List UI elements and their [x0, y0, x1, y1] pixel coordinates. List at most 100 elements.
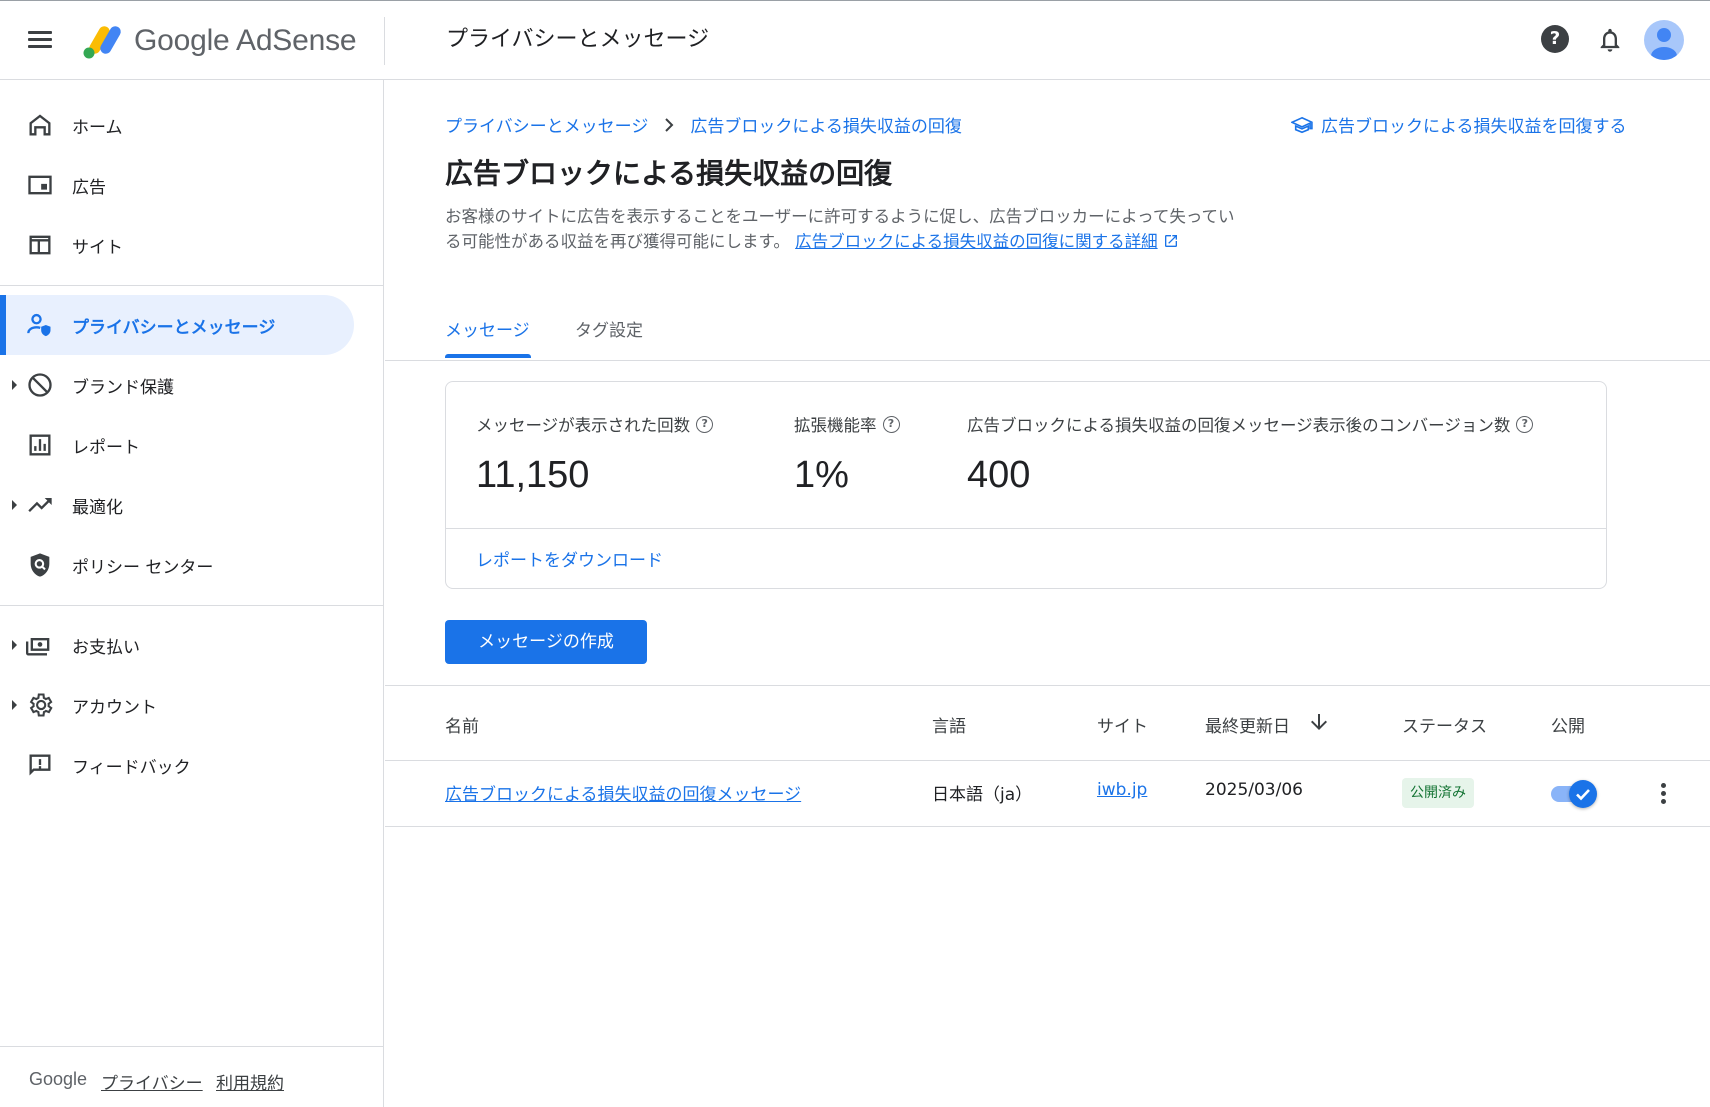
trending-up-icon [28, 498, 52, 512]
table-top-border [385, 685, 1710, 686]
sidebar-item-label: ポリシー センター [72, 558, 214, 578]
download-report-link[interactable]: レポートをダウンロード [476, 546, 663, 571]
column-header-last-updated[interactable]: 最終更新日 [1205, 712, 1290, 737]
expand-caret-icon [12, 700, 17, 710]
help-outline-icon[interactable]: ? [1516, 415, 1534, 433]
arrow-downward-icon[interactable] [1307, 710, 1331, 734]
sidebar-item-reports[interactable]: レポート [0, 415, 354, 475]
publish-toggle[interactable] [1551, 780, 1597, 808]
stat-value: 1% [794, 454, 849, 496]
sidebar-item-brand-safety[interactable]: ブランド保護 [0, 355, 354, 415]
stats-card: メッセージが表示された回数? 11,150 拡張機能率? 1% 広告ブロックによ… [445, 381, 1607, 589]
gear-icon [29, 693, 53, 717]
tab-messages[interactable]: メッセージ [445, 308, 531, 358]
sidebar-item-label: ホーム [72, 118, 123, 138]
logo-text: Google AdSense [134, 24, 357, 57]
toggle-thumb [1569, 780, 1597, 808]
column-header-name[interactable]: 名前 [445, 712, 479, 737]
reports-icon [29, 434, 51, 456]
updated-cell: 2025/03/06 [1205, 780, 1303, 800]
sidebar-item-label: アカウント [72, 698, 157, 718]
column-header-status[interactable]: ステータス [1402, 712, 1487, 737]
hamburger-menu-icon[interactable] [26, 27, 54, 55]
stat-messages-shown: メッセージが表示された回数? 11,150 [476, 412, 714, 497]
sidebar-item-label: プライバシーとメッセージ [72, 318, 276, 338]
sidebar-item-feedback[interactable]: フィードバック [0, 735, 354, 795]
column-header-language[interactable]: 言語 [932, 712, 966, 737]
payments-icon [26, 638, 50, 656]
create-message-button[interactable]: メッセージの作成 [445, 620, 647, 664]
breadcrumb: プライバシーとメッセージ 広告ブロックによる損失収益の回復 [445, 112, 962, 137]
page-title: 広告ブロックによる損失収益の回復 [445, 157, 893, 190]
sidebar-item-policy-center[interactable]: ポリシー センター [0, 535, 354, 595]
stat-label: 広告ブロックによる損失収益の回復メッセージ表示後のコンバージョン数 [967, 416, 1511, 435]
sidebar-item-label: サイト [72, 238, 123, 258]
notifications-bell-icon[interactable] [1596, 25, 1624, 55]
tab-label: メッセージ [445, 321, 530, 341]
sidebar-item-label: ブランド保護 [72, 378, 174, 398]
sidebar: ホーム 広告 サイト プライバシーとメッセージ ブランド保護 レポート 最適化 … [0, 80, 384, 1107]
privacy-icon [27, 313, 51, 337]
more-vert-icon[interactable] [1653, 780, 1673, 808]
sidebar-item-account[interactable]: アカウント [0, 675, 354, 735]
feedback-icon [29, 754, 51, 776]
open-in-new-icon [1164, 235, 1177, 247]
column-header-site[interactable]: サイト [1097, 712, 1148, 737]
avatar-person-icon [1651, 28, 1677, 60]
sidebar-item-sites[interactable]: サイト [0, 215, 354, 275]
sidebar-item-payments[interactable]: お支払い [0, 615, 354, 675]
stat-extension-rate: 拡張機能率? 1% [794, 412, 900, 497]
site-link[interactable]: iwb.jp [1097, 780, 1147, 800]
tabs-divider [385, 360, 1710, 361]
sidebar-item-optimization[interactable]: 最適化 [0, 475, 354, 535]
expand-caret-icon [12, 640, 17, 650]
block-icon [28, 373, 52, 397]
sidebar-item-home[interactable]: ホーム [0, 95, 354, 155]
learn-more-link[interactable]: 広告ブロックによる損失収益を回復する [1291, 112, 1627, 137]
sites-icon [29, 235, 51, 255]
expand-caret-icon [12, 380, 17, 390]
school-icon [1291, 116, 1313, 133]
more-details-link[interactable]: 広告ブロックによる損失収益の回復に関する詳細 [795, 232, 1179, 251]
stat-label: メッセージが表示された回数 [476, 416, 691, 435]
site-cell: iwb.jp [1097, 780, 1147, 800]
sidebar-item-privacy-messaging[interactable]: プライバシーとメッセージ [0, 295, 354, 355]
learn-more-link-label: 広告ブロックによる損失収益を回復する [1321, 117, 1627, 137]
table-header-border [385, 760, 1710, 761]
message-name-link[interactable]: 広告ブロックによる損失収益の回復メッセージ [445, 785, 801, 805]
stat-value: 11,150 [476, 454, 590, 496]
sidebar-item-label: フィードバック [72, 758, 191, 778]
terms-link[interactable]: 利用規約 [216, 1069, 284, 1094]
sidebar-item-label: お支払い [72, 638, 140, 658]
sidebar-divider [0, 605, 384, 606]
avatar[interactable] [1644, 20, 1684, 60]
language-cell: 日本語（ja） [932, 785, 1033, 805]
header-divider [384, 17, 385, 65]
help-outline-icon[interactable]: ? [882, 415, 900, 433]
page-description: お客様のサイトに広告を表示することをユーザーに許可するように促し、広告ブロッカー… [445, 204, 1235, 254]
sidebar-divider [0, 285, 384, 286]
breadcrumb-current-link[interactable]: 広告ブロックによる損失収益の回復 [690, 112, 962, 137]
more-details-link-label: 広告ブロックによる損失収益の回復に関する詳細 [795, 232, 1158, 251]
top-app-bar: Google AdSense プライバシーとメッセージ ? [0, 0, 1710, 80]
message-name-cell: 広告ブロックによる損失収益の回復メッセージ [445, 780, 801, 805]
check-icon [1576, 789, 1590, 801]
stat-value: 400 [967, 454, 1031, 496]
card-divider [446, 528, 1606, 529]
table-bottom-border [385, 826, 1710, 827]
page-header-title: プライバシーとメッセージ [446, 27, 710, 52]
tab-tag-settings[interactable]: タグ設定 [575, 308, 643, 358]
expand-caret-icon [12, 500, 17, 510]
sidebar-item-ads[interactable]: 広告 [0, 155, 354, 215]
column-header-published[interactable]: 公開 [1551, 712, 1585, 737]
breadcrumb-parent-link[interactable]: プライバシーとメッセージ [445, 112, 648, 137]
sidebar-item-label: レポート [72, 438, 140, 458]
adsense-logo-icon [83, 26, 121, 59]
tab-label: タグ設定 [575, 321, 643, 341]
adsense-logo[interactable]: Google AdSense [80, 17, 357, 65]
help-outline-icon[interactable]: ? [696, 415, 714, 433]
sidebar-footer: Google プライバシー 利用規約 [0, 1046, 384, 1107]
help-icon[interactable]: ? [1541, 25, 1569, 53]
privacy-link[interactable]: プライバシー [101, 1069, 203, 1094]
home-icon [29, 114, 51, 136]
